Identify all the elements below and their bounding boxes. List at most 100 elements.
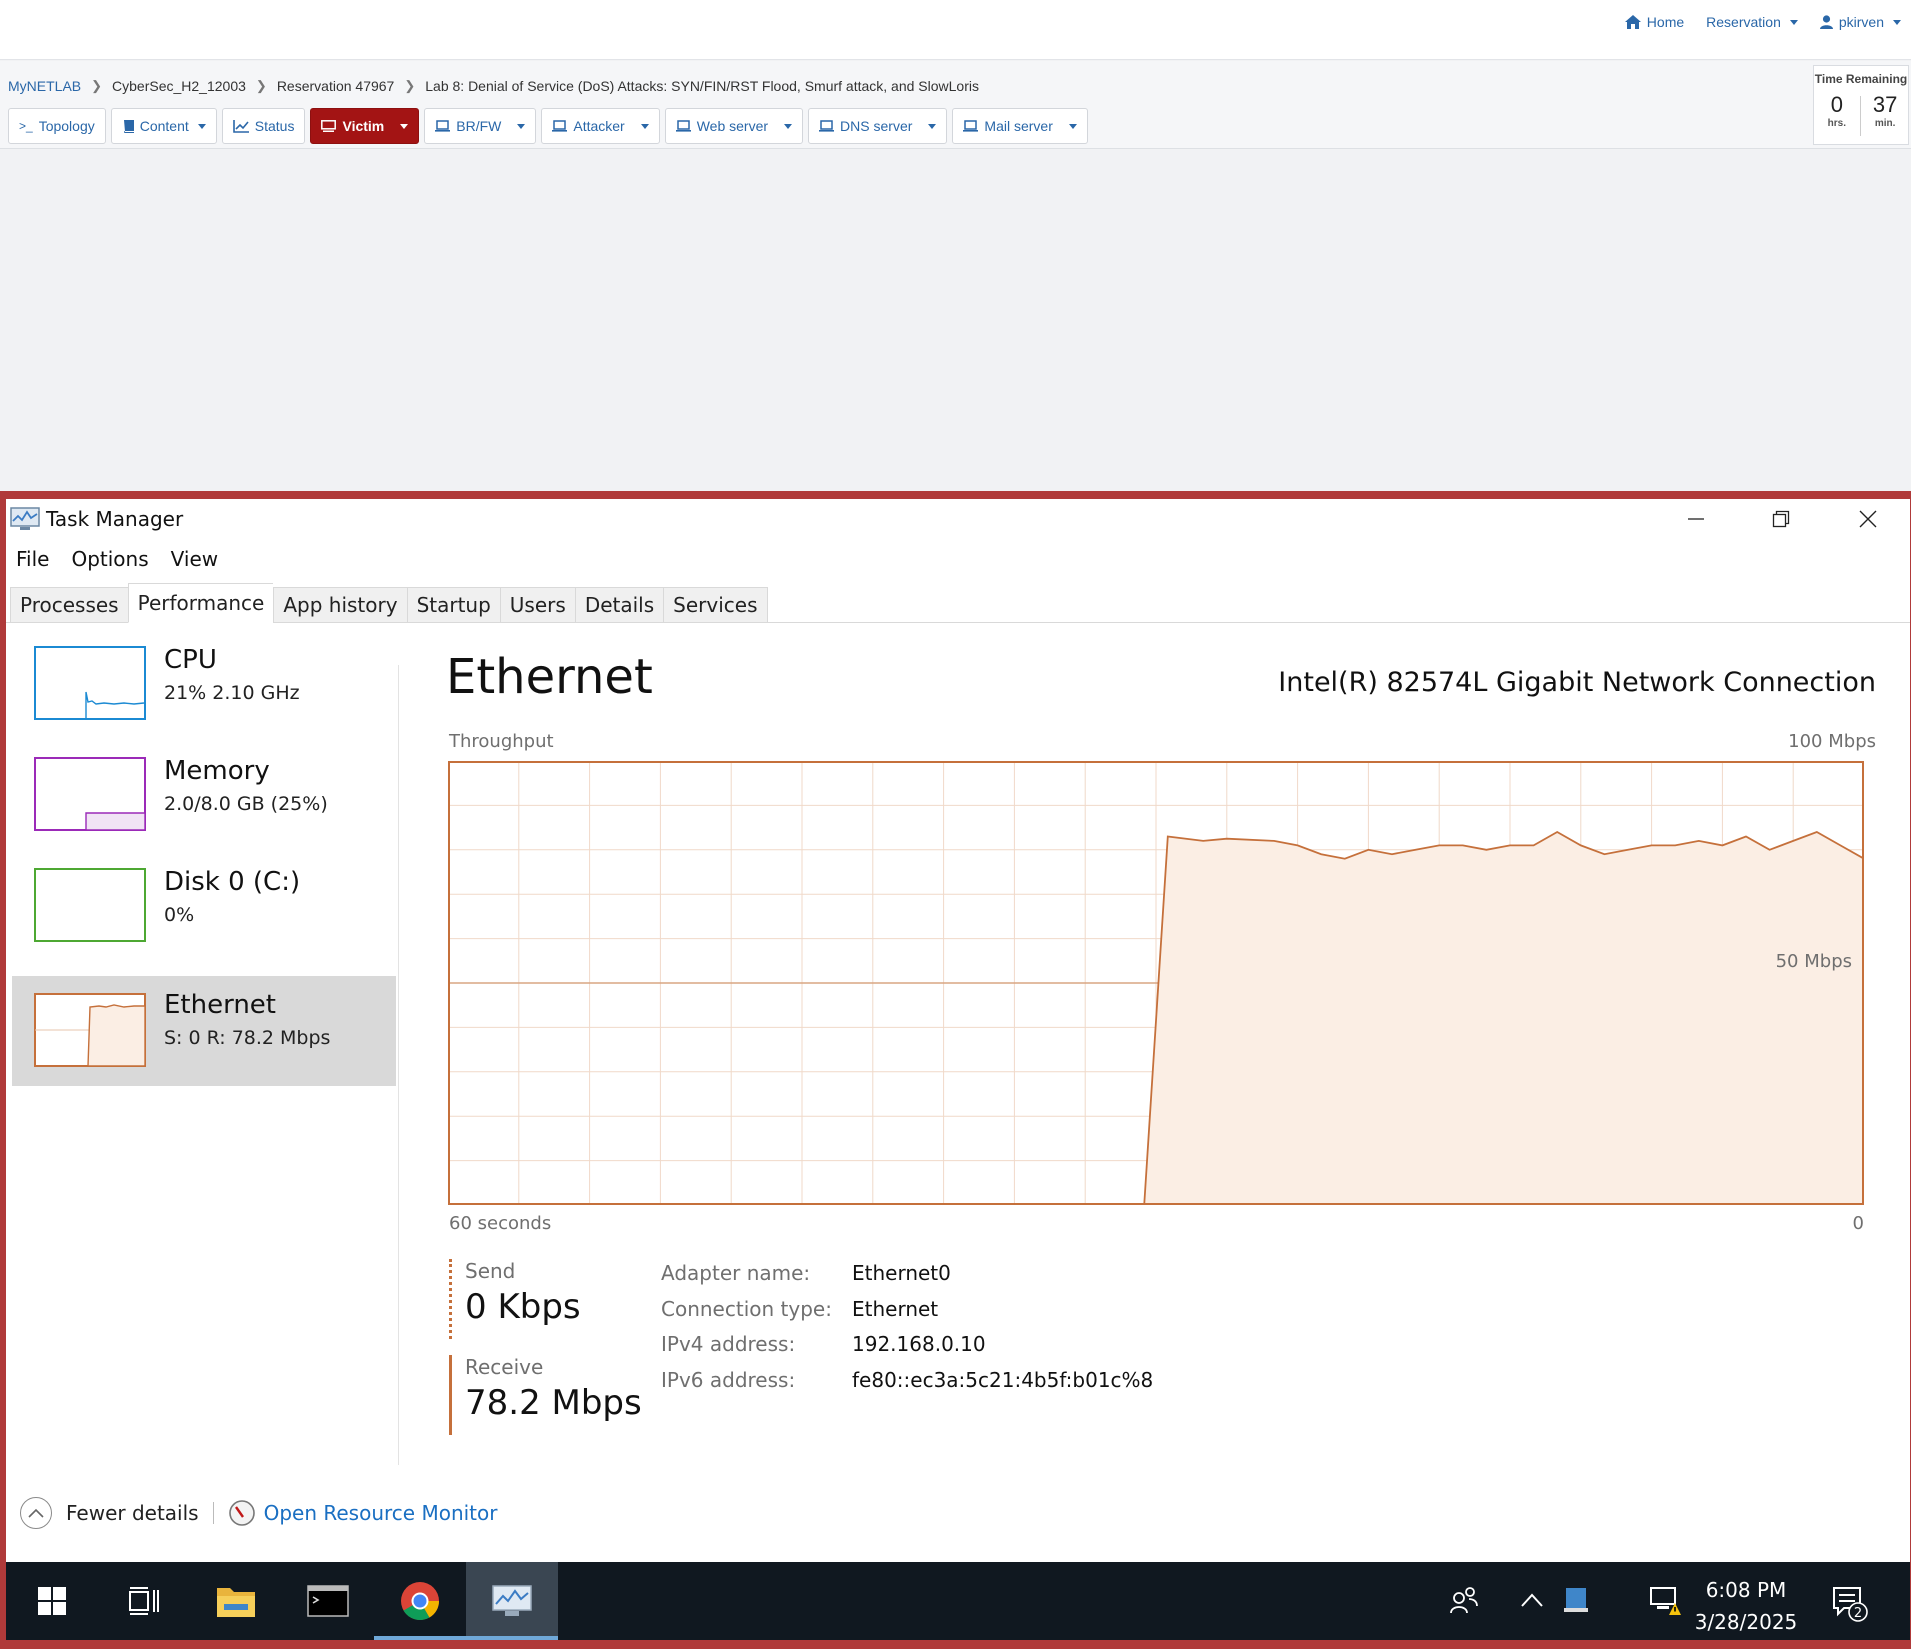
book-icon xyxy=(123,119,134,133)
clock-date: 3/28/2025 xyxy=(1694,1610,1798,1634)
action-center-button[interactable]: 2 xyxy=(1828,1580,1872,1624)
task-manager-window: Task Manager File Options View Processes… xyxy=(6,499,1910,1562)
breadcrumb-mynetlab[interactable]: MyNETLAB xyxy=(8,78,81,94)
fewer-details-toggle[interactable] xyxy=(20,1497,52,1529)
attacker-button[interactable]: Attacker xyxy=(541,108,660,144)
user-menu[interactable]: pkirven xyxy=(1819,14,1901,30)
resource-item-memory[interactable]: Memory 2.0/8.0 GB (25%) xyxy=(12,754,396,864)
open-resource-monitor-link[interactable]: Open Resource Monitor xyxy=(264,1501,498,1525)
chevron-right-icon: ❯ xyxy=(404,78,416,93)
victim-button[interactable]: Victim xyxy=(310,108,420,144)
property-row: IPv4 address: 192.168.0.10 xyxy=(661,1332,1153,1368)
content-button[interactable]: Content xyxy=(110,108,217,144)
resource-item-ethernet[interactable]: Ethernet S: 0 R: 78.2 Mbps xyxy=(12,976,396,1086)
people-button[interactable] xyxy=(1446,1582,1482,1618)
ethernet-name: Ethernet xyxy=(164,990,276,1020)
notification-icon: 2 xyxy=(1833,1587,1868,1622)
restore-button[interactable] xyxy=(1741,499,1821,539)
chevron-right-icon: ❯ xyxy=(91,78,103,93)
start-button[interactable] xyxy=(6,1562,98,1640)
tab-app-history[interactable]: App history xyxy=(273,587,407,623)
dns-server-button[interactable]: DNS server xyxy=(808,108,948,144)
tab-processes[interactable]: Processes xyxy=(10,587,128,623)
menu-file[interactable]: File xyxy=(16,547,49,571)
breadcrumb-course[interactable]: CyberSec_H2_12003 xyxy=(112,78,246,94)
file-explorer-button[interactable] xyxy=(190,1562,282,1640)
notification-count: 2 xyxy=(1854,1606,1862,1621)
home-label: Home xyxy=(1646,14,1685,30)
property-value: 192.168.0.10 xyxy=(852,1332,986,1356)
close-button[interactable] xyxy=(1828,499,1908,539)
tray-display-button[interactable] xyxy=(1558,1582,1594,1618)
taskbar-clock[interactable]: 6:08 PM 3/28/2025 xyxy=(1686,1574,1806,1638)
remote-desktop-frame: Task Manager File Options View Processes… xyxy=(0,491,1911,1649)
minimize-button[interactable] xyxy=(1656,499,1736,539)
resource-item-cpu[interactable]: CPU 21% 2.10 GHz xyxy=(12,643,396,753)
caret-down-icon xyxy=(1789,19,1798,25)
receive-metric: Receive 78.2 Mbps xyxy=(449,1355,642,1435)
property-key: Connection type: xyxy=(661,1296,832,1321)
property-value: Ethernet xyxy=(852,1296,939,1321)
send-value: 0 Kbps xyxy=(465,1287,581,1327)
memory-thumbnail-graph xyxy=(34,757,146,831)
chevron-up-icon xyxy=(28,1508,44,1518)
disk-thumbnail-graph xyxy=(34,868,146,942)
throughput-label: Throughput xyxy=(449,731,554,752)
mail-server-button[interactable]: Mail server xyxy=(952,108,1088,144)
caret-down-icon xyxy=(197,123,206,129)
laptop-icon xyxy=(435,120,451,132)
web-server-button[interactable]: Web server xyxy=(664,108,804,144)
footer-divider xyxy=(212,1502,214,1524)
adapter-properties: Adapter name: Ethernet0 Connection type:… xyxy=(661,1261,1153,1403)
send-label: Send xyxy=(465,1259,516,1283)
show-hidden-icons-button[interactable] xyxy=(1514,1582,1550,1618)
content-label: Content xyxy=(139,118,189,134)
laptop-icon xyxy=(819,120,835,132)
home-link[interactable]: Home xyxy=(1624,14,1685,30)
minutes-unit: min. xyxy=(1874,118,1896,129)
task-manager-app-icon xyxy=(10,507,40,530)
task-view-button[interactable] xyxy=(98,1562,190,1640)
tab-details[interactable]: Details xyxy=(574,587,664,623)
task-manager-taskbar-button[interactable] xyxy=(466,1562,558,1640)
tab-startup[interactable]: Startup xyxy=(406,587,500,623)
status-button[interactable]: Status xyxy=(221,108,306,144)
tab-services[interactable]: Services xyxy=(663,587,768,623)
windows-logo-icon xyxy=(38,1587,66,1615)
caret-down-icon xyxy=(1893,19,1901,25)
property-value: fe80::ec3a:5c21:4b5f:b01c%8 xyxy=(852,1367,1154,1392)
command-prompt-button[interactable] xyxy=(282,1562,374,1640)
window-titlebar[interactable]: Task Manager xyxy=(6,499,1910,539)
brfw-button[interactable]: BR/FW xyxy=(424,108,537,144)
caret-down-icon xyxy=(784,123,793,129)
chrome-button[interactable] xyxy=(374,1562,466,1640)
brfw-label: BR/FW xyxy=(456,118,502,134)
menu-options[interactable]: Options xyxy=(71,547,148,571)
memory-usage: 2.0/8.0 GB (25%) xyxy=(164,793,328,815)
property-key: IPv6 address: xyxy=(661,1367,796,1392)
send-metric: Send 0 Kbps xyxy=(449,1259,581,1339)
dns-server-label: DNS server xyxy=(840,118,913,134)
divider xyxy=(1860,96,1862,136)
hours-unit: hrs. xyxy=(1827,118,1846,129)
laptop-icon xyxy=(552,120,568,132)
tab-users[interactable]: Users xyxy=(499,587,575,623)
breadcrumb-reservation[interactable]: Reservation 47967 xyxy=(277,78,395,94)
tab-performance[interactable]: Performance xyxy=(127,583,274,623)
topology-button[interactable]: >_ Topology xyxy=(8,108,106,144)
minutes-value: 37 xyxy=(1872,92,1898,117)
ethernet-usage: S: 0 R: 78.2 Mbps xyxy=(164,1027,331,1049)
caret-down-icon xyxy=(517,123,526,129)
reservation-menu[interactable]: Reservation xyxy=(1706,14,1798,30)
time-remaining-title: Time Remaining xyxy=(1814,72,1908,86)
fewer-details-link[interactable]: Fewer details xyxy=(66,1501,199,1525)
monitor-icon xyxy=(321,120,337,132)
resource-item-disk[interactable]: Disk 0 (C:) 0% xyxy=(12,865,396,975)
breadcrumb-lab: Lab 8: Denial of Service (DoS) Attacks: … xyxy=(425,78,979,94)
network-tray-button[interactable] xyxy=(1646,1582,1682,1618)
resource-list: CPU 21% 2.10 GHz Memory 2.0/8.0 GB (25%)… xyxy=(12,643,404,1086)
adapter-description: Intel(R) 82574L Gigabit Network Connecti… xyxy=(1278,667,1876,698)
terminal-icon xyxy=(307,1585,349,1617)
menu-view[interactable]: View xyxy=(171,547,218,571)
property-key: Adapter name: xyxy=(661,1261,811,1285)
